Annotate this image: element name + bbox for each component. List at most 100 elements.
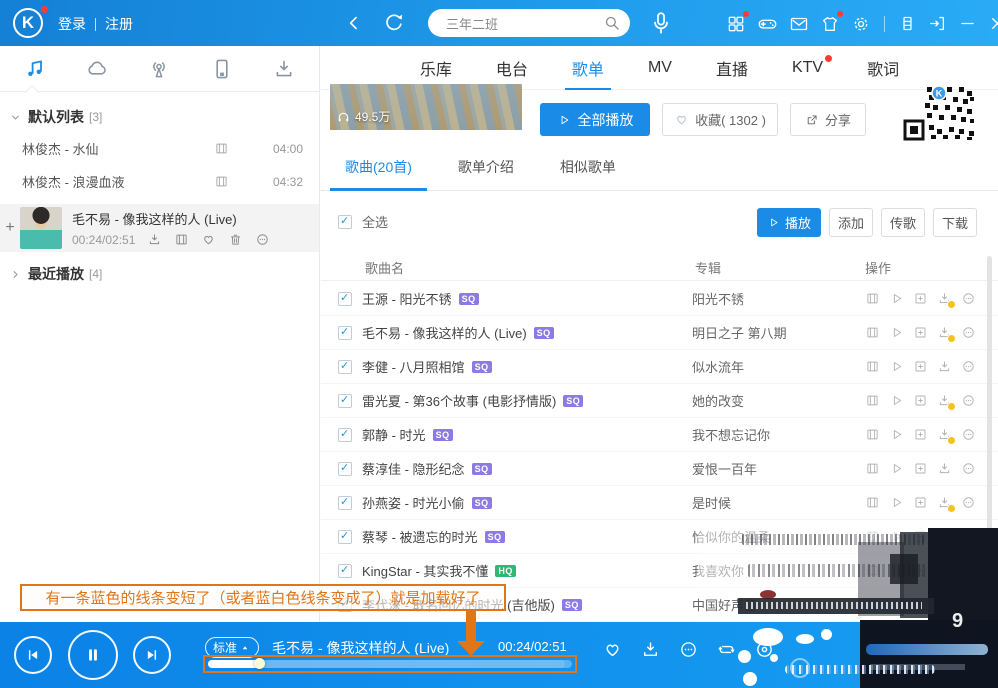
main-nav-tab[interactable]: KTV [792,48,823,88]
tab-download[interactable] [272,57,296,81]
tab-device[interactable] [210,57,234,81]
album[interactable]: 爱恨一百年 [692,459,862,478]
download-icon[interactable] [147,232,162,247]
skin-icon[interactable] [820,14,840,34]
app-logo[interactable]: K [13,8,43,38]
song-title[interactable]: 孙燕姿 - 时光小偷 [362,493,465,512]
subtab[interactable]: 相似歌单 [560,157,616,190]
add-icon[interactable] [913,291,928,306]
search-icon[interactable] [603,14,621,32]
tab-radio[interactable] [147,57,171,81]
song-title[interactable]: 雷光夏 - 第36个故事 (电影抒情版) [362,391,556,410]
trash-icon[interactable] [228,232,243,247]
subtab[interactable]: 歌单介绍 [458,157,514,190]
play-icon[interactable] [889,461,904,476]
song-title[interactable]: 王源 - 阳光不锈 [362,289,452,308]
table-row[interactable]: 蔡琴 - 被遗忘的时光 SQ 恰似你的温柔 [321,520,998,554]
back-icon[interactable] [344,13,364,33]
download-icon[interactable] [937,359,952,374]
scrollbar[interactable] [987,256,992,546]
album[interactable]: 恰似你的温柔 [692,527,862,546]
add-icon[interactable] [913,563,928,578]
mv-icon[interactable] [865,359,880,374]
add-icon[interactable] [913,359,928,374]
album[interactable]: 中国好声音 [692,595,862,614]
favorite-button[interactable]: 收藏( 1302 ) [662,103,778,136]
main-nav-tab[interactable]: 歌词 [867,45,899,91]
table-row[interactable]: 郭静 - 时光 SQ 我不想忘记你 [321,418,998,452]
dock-icon[interactable] [928,14,947,33]
add-icon[interactable] [913,597,928,612]
upload-song-button[interactable]: 传歌 [881,208,925,237]
loop-icon[interactable] [716,639,737,660]
heart-icon[interactable] [602,639,623,660]
play-icon[interactable] [889,291,904,306]
play-icon[interactable] [889,359,904,374]
playlist-song[interactable]: 林俊杰 - 浪漫血液 04:32 [0,165,319,198]
playlist-song[interactable]: 林俊杰 - 水仙 04:00 [0,132,319,165]
more-icon[interactable] [961,359,976,374]
previous-button[interactable] [14,636,52,674]
album[interactable]: 我喜欢你 [692,561,862,580]
play-icon[interactable] [889,427,904,442]
play-icon[interactable] [889,393,904,408]
pause-button[interactable] [68,630,118,680]
song-title[interactable]: 李健 - 八月照相馆 [362,357,465,376]
more-icon[interactable] [961,495,976,510]
album[interactable]: 似水流年 [692,357,862,376]
row-checkbox[interactable] [338,428,352,442]
add-button[interactable]: 添加 [829,208,873,237]
mv-icon[interactable] [865,563,880,578]
table-row[interactable]: 王源 - 阳光不锈 SQ 阳光不锈 [321,282,998,316]
now-playing-item[interactable]: 毛不易 - 像我这样的人 (Live) 00:24/02:51 [0,204,319,252]
refresh-icon[interactable] [382,11,406,35]
download-icon[interactable] [937,461,952,476]
heart-icon[interactable] [201,232,216,247]
row-checkbox[interactable] [338,394,352,408]
minimize-icon[interactable] [958,14,977,33]
add-icon[interactable] [913,461,928,476]
mv-icon[interactable] [865,461,880,476]
main-nav-tab[interactable]: 直播 [716,45,748,91]
song-title[interactable]: 毛不易 - 像我这样的人 (Live) [362,323,527,342]
row-checkbox[interactable] [338,564,352,578]
mv-icon[interactable] [174,232,189,247]
row-checkbox[interactable] [338,326,352,340]
row-checkbox[interactable] [338,292,352,306]
play-icon[interactable] [889,563,904,578]
select-all-checkbox[interactable] [338,215,352,229]
apps-grid-icon[interactable] [726,14,746,34]
login-link[interactable]: 登录 [58,14,86,34]
song-title[interactable]: 蔡淳佳 - 隐形纪念 [362,459,465,478]
settings-icon[interactable] [851,14,871,34]
next-button[interactable] [133,636,171,674]
table-row[interactable]: 李健 - 八月照相馆 SQ 似水流年 [321,350,998,384]
row-checkbox[interactable] [338,496,352,510]
mv-icon[interactable] [865,597,880,612]
more-icon[interactable] [961,393,976,408]
add-icon[interactable] [913,495,928,510]
more-icon[interactable] [961,461,976,476]
more-icon[interactable] [961,291,976,306]
mv-icon[interactable] [865,427,880,442]
table-row[interactable]: KingStar - 其实我不懂 HQ 我喜欢你 [321,554,998,588]
playlist-cover[interactable]: 49.5万 [330,84,522,130]
table-row[interactable]: 孙燕姿 - 时光小偷 SQ 是时候 [321,486,998,520]
mv-icon[interactable] [865,529,880,544]
desktop-lyrics-icon[interactable] [754,639,775,660]
add-icon[interactable] [913,529,928,544]
mv-icon[interactable] [214,141,229,156]
more-icon[interactable] [961,563,976,578]
album[interactable]: 她的改变 [692,391,862,410]
play-button[interactable]: 播放 [757,208,821,237]
table-row[interactable]: 蔡淳佳 - 隐形纪念 SQ 爱恨一百年 [321,452,998,486]
mv-icon[interactable] [865,495,880,510]
register-link[interactable]: 注册 [105,14,133,34]
add-icon[interactable] [913,427,928,442]
mv-icon[interactable] [214,174,229,189]
download-icon[interactable] [937,563,952,578]
song-title[interactable]: KingStar - 其实我不懂 [362,561,488,580]
album[interactable]: 明日之子 第八期 [692,323,862,342]
mv-icon[interactable] [865,393,880,408]
song-title[interactable]: 郭静 - 时光 [362,425,426,444]
